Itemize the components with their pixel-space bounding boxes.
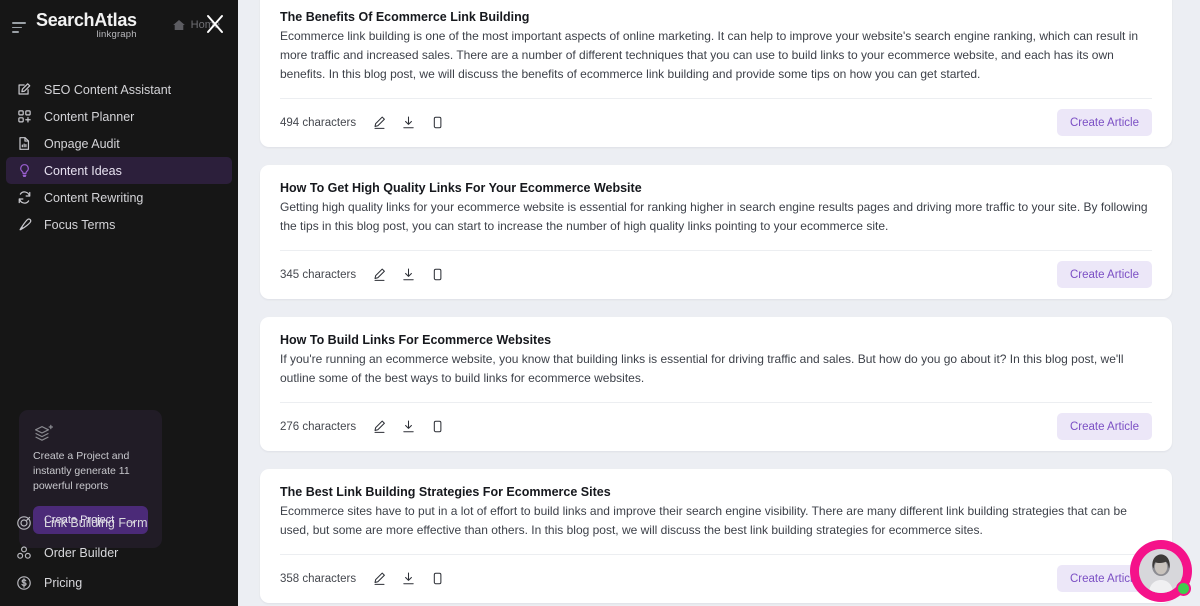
download-icon[interactable] xyxy=(401,267,416,282)
sidebar-item-link-building-form[interactable]: Link Building Form xyxy=(6,508,232,538)
sidebar-item-content-rewriting[interactable]: Content Rewriting xyxy=(6,184,232,211)
idea-card-footer: 494 characters Create Article xyxy=(280,97,1152,147)
sidebar-item-label: Order Builder xyxy=(44,546,119,560)
copy-icon[interactable] xyxy=(430,267,445,282)
pencil-square-icon xyxy=(16,82,32,98)
idea-card-footer: 276 characters Create Article xyxy=(280,401,1152,451)
brand-logo[interactable]: SearchAtlas linkgraph xyxy=(12,11,137,40)
idea-description: If you're running an ecommerce website, … xyxy=(280,351,1124,385)
status-badge xyxy=(1176,581,1191,596)
sidebar-nav: SEO Content Assistant Content Planner On… xyxy=(0,76,238,238)
edit-pencil-icon[interactable] xyxy=(372,115,387,130)
refresh-icon xyxy=(16,190,32,206)
copy-icon[interactable] xyxy=(430,115,445,130)
link-target-icon xyxy=(16,515,32,531)
document-chart-icon xyxy=(16,136,32,152)
download-icon[interactable] xyxy=(401,571,416,586)
chat-support-widget[interactable] xyxy=(1130,540,1192,602)
sidebar-item-content-planner[interactable]: Content Planner xyxy=(6,103,232,130)
sidebar-item-label: Focus Terms xyxy=(44,217,116,232)
home-icon xyxy=(172,19,186,31)
edit-pencil-icon[interactable] xyxy=(372,419,387,434)
idea-card-footer: 358 characters Create Article xyxy=(280,553,1152,603)
idea-description: Getting high quality links for your ecom… xyxy=(280,199,1148,233)
idea-description: Ecommerce sites have to put in a lot of … xyxy=(280,503,1127,537)
sidebar-item-onpage-audit[interactable]: Onpage Audit xyxy=(6,130,232,157)
create-article-button[interactable]: Create Article xyxy=(1056,109,1152,137)
sidebar-item-content-ideas[interactable]: Content Ideas xyxy=(6,157,232,184)
sidebar: SearchAtlas linkgraph Home SEO Content A… xyxy=(0,0,238,606)
content-ideas-list: The Benefits Of Ecommerce Link Building … xyxy=(238,0,1200,606)
promo-text: Create a Project and instantly generate … xyxy=(33,450,130,493)
app-window: SearchAtlas linkgraph Home SEO Content A… xyxy=(0,0,1200,606)
idea-card: The Best Link Building Strategies For Ec… xyxy=(260,468,1172,603)
copy-icon[interactable] xyxy=(430,571,445,586)
character-count: 276 characters xyxy=(280,420,357,433)
pen-icon xyxy=(16,217,32,233)
sidebar-item-seo-content-assistant[interactable]: SEO Content Assistant xyxy=(6,76,232,103)
sidebar-item-label: Link Building Form xyxy=(44,516,148,530)
idea-card: How To Build Links For Ecommerce Website… xyxy=(260,316,1172,451)
sidebar-item-pricing[interactable]: Pricing xyxy=(6,568,232,598)
sidebar-item-label: Onpage Audit xyxy=(44,136,120,151)
character-count: 494 characters xyxy=(280,116,357,129)
idea-description: Ecommerce link building is one of the mo… xyxy=(280,29,1139,81)
copy-icon[interactable] xyxy=(430,419,445,434)
grid-plus-icon xyxy=(16,109,32,125)
sidebar-item-focus-terms[interactable]: Focus Terms xyxy=(6,211,232,238)
idea-card: How To Get High Quality Links For Your E… xyxy=(260,164,1172,299)
brand-subtitle: linkgraph xyxy=(96,28,137,40)
edit-pencil-icon[interactable] xyxy=(372,267,387,282)
close-icon[interactable] xyxy=(203,12,227,36)
sidebar-item-label: Content Ideas xyxy=(44,163,122,178)
character-count: 345 characters xyxy=(280,268,357,281)
layers-plus-icon xyxy=(33,424,55,448)
idea-card-footer: 345 characters Create Article xyxy=(280,249,1152,299)
sidebar-item-label: Content Rewriting xyxy=(44,190,144,205)
sidebar-item-label: Pricing xyxy=(44,576,83,590)
sidebar-item-label: Content Planner xyxy=(44,109,135,124)
character-count: 358 characters xyxy=(280,572,357,585)
idea-title: The Benefits Of Ecommerce Link Building xyxy=(280,10,530,24)
hamburger-icon[interactable] xyxy=(12,20,28,34)
download-icon[interactable] xyxy=(401,115,416,130)
idea-title: How To Get High Quality Links For Your E… xyxy=(280,180,642,195)
brand-name: SearchAtlas xyxy=(36,9,137,30)
sidebar-item-label: SEO Content Assistant xyxy=(44,82,172,97)
lightbulb-icon xyxy=(16,163,32,179)
sidebar-bottom-nav: Link Building Form Order Builder Pricing xyxy=(0,508,238,598)
create-article-button[interactable]: Create Article xyxy=(1056,261,1152,289)
idea-title: The Best Link Building Strategies For Ec… xyxy=(280,484,611,499)
idea-title: How To Build Links For Ecommerce Website… xyxy=(280,332,552,347)
create-article-button[interactable]: Create Article xyxy=(1056,413,1152,441)
edit-pencil-icon[interactable] xyxy=(372,571,387,586)
dollar-circle-icon xyxy=(16,575,32,591)
sidebar-item-order-builder[interactable]: Order Builder xyxy=(6,538,232,568)
blocks-icon xyxy=(16,545,32,561)
idea-card: The Benefits Of Ecommerce Link Building … xyxy=(260,0,1172,147)
sidebar-header: SearchAtlas linkgraph Home xyxy=(0,0,238,50)
download-icon[interactable] xyxy=(401,419,416,434)
